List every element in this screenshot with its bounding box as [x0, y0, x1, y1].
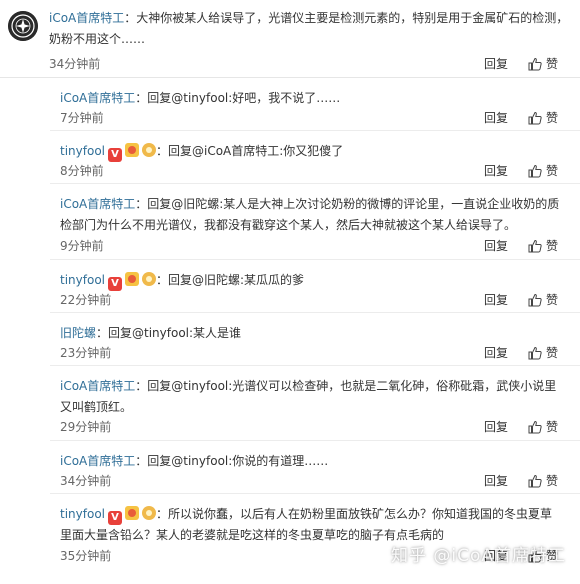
thumbs-up-icon — [528, 57, 542, 70]
like-button[interactable]: 赞 — [528, 237, 558, 254]
reply-item: iCoA首席特工：回复@tinyfool:好吧，我不说了…… 7分钟前 回复 赞 — [50, 78, 580, 131]
reply-body: iCoA首席特工：回复@tinyfool:光谱仪可以检查砷，也就是二氧化砷，俗称… — [60, 376, 560, 418]
thumbs-up-icon — [528, 111, 542, 124]
timestamp: 8分钟前 — [60, 164, 104, 178]
like-label: 赞 — [545, 57, 558, 71]
reply-button[interactable]: 回复 — [484, 418, 508, 435]
verified-badge: V — [108, 148, 122, 162]
reply-list: iCoA首席特工：回复@tinyfool:好吧，我不说了…… 7分钟前 回复 赞… — [50, 78, 580, 574]
reply-actions: 回复 赞 — [484, 109, 558, 126]
like-label: 赞 — [545, 420, 558, 434]
timestamp: 7分钟前 — [60, 111, 104, 125]
reply-button[interactable]: 回复 — [484, 109, 508, 126]
username-link[interactable]: tinyfool — [60, 507, 105, 521]
reply-body: 旧陀螺：回复@tinyfool:某人是谁 — [60, 323, 560, 344]
username-link[interactable]: iCoA首席特工 — [60, 91, 135, 105]
like-label: 赞 — [545, 474, 558, 488]
reply-body: tinyfool V ：所以说你蠢，以后有人在奶粉里面放铁矿怎么办？你知道我国的冬虫… — [60, 504, 560, 546]
reply-actions: 回复 赞 — [484, 237, 558, 254]
username-link[interactable]: 旧陀螺 — [60, 326, 96, 340]
reply-actions: 回复 赞 — [484, 344, 558, 361]
timestamp: 22分钟前 — [60, 293, 112, 307]
like-button[interactable]: 赞 — [528, 418, 558, 435]
timestamp: 34分钟前 — [49, 57, 101, 71]
reply-item: iCoA首席特工：回复@旧陀螺:某人是大神上次讨论奶粉的微博的评论里，一直说企业… — [50, 184, 580, 260]
crown-icon — [142, 272, 156, 286]
reply-actions: 回复 赞 — [484, 472, 558, 489]
medal-icon — [125, 272, 139, 286]
reply-body: iCoA首席特工：回复@旧陀螺:某人是大神上次讨论奶粉的微博的评论里，一直说企业… — [60, 194, 560, 236]
reply-text: ：回复@iCoA首席特工:你又犯傻了 — [156, 144, 344, 158]
comment-actions: 回复 赞 — [484, 55, 558, 72]
like-label: 赞 — [545, 164, 558, 178]
like-button[interactable]: 赞 — [528, 291, 558, 308]
reply-button[interactable]: 回复 — [484, 55, 508, 72]
thumbs-up-icon — [528, 164, 542, 177]
reply-button[interactable]: 回复 — [484, 291, 508, 308]
reply-button[interactable]: 回复 — [484, 472, 508, 489]
like-button[interactable]: 赞 — [528, 55, 558, 72]
watermark: 知乎 @iCoA首席特工 — [390, 546, 566, 566]
like-label: 赞 — [545, 293, 558, 307]
crown-icon — [142, 506, 156, 520]
timestamp: 9分钟前 — [60, 239, 104, 253]
comment-body: iCoA首席特工：大神你被某人给误导了，光谱仪主要是检测元素的，特别是用于金属矿… — [49, 8, 571, 50]
reply-body: iCoA首席特工：回复@tinyfool:你说的有道理…… — [60, 451, 560, 472]
reply-body: iCoA首席特工：回复@tinyfool:好吧，我不说了…… — [60, 88, 560, 109]
timestamp: 23分钟前 — [60, 346, 112, 360]
thumbs-up-icon — [528, 474, 542, 487]
like-label: 赞 — [545, 346, 558, 360]
comment-text: ：大神你被某人给误导了，光谱仪主要是检测元素的，特别是用于金属矿石的检测，奶粉不… — [49, 11, 569, 46]
reply-body: tinyfool V ：回复@旧陀螺:某瓜瓜的爹 — [60, 270, 560, 291]
thumbs-up-icon — [528, 239, 542, 252]
reply-text: ：回复@tinyfool:你说的有道理…… — [135, 454, 329, 468]
reply-item: tinyfool V ：回复@旧陀螺:某瓜瓜的爹 22分钟前 回复 赞 — [50, 260, 580, 313]
reply-text: ：回复@旧陀螺:某瓜瓜的爹 — [156, 273, 305, 287]
reply-item: 旧陀螺：回复@tinyfool:某人是谁 23分钟前 回复 赞 — [50, 313, 580, 366]
like-button[interactable]: 赞 — [528, 472, 558, 489]
reply-text: ：回复@tinyfool:好吧，我不说了…… — [135, 91, 341, 105]
username-link[interactable]: tinyfool — [60, 144, 105, 158]
reply-body: tinyfool V ：回复@iCoA首席特工:你又犯傻了 — [60, 141, 560, 162]
like-label: 赞 — [545, 111, 558, 125]
thumbs-up-icon — [528, 420, 542, 433]
reply-text: ：回复@tinyfool:光谱仪可以检查砷，也就是二氧化砷，俗称砒霜，武侠小说里… — [60, 379, 557, 414]
username-link[interactable]: tinyfool — [60, 273, 105, 287]
medal-icon — [125, 143, 139, 157]
verified-badge: V — [108, 277, 122, 291]
thumbs-up-icon — [528, 346, 542, 359]
username-link[interactable]: iCoA首席特工 — [60, 379, 135, 393]
reply-button[interactable]: 回复 — [484, 344, 508, 361]
reply-item: tinyfool V ：回复@iCoA首席特工:你又犯傻了 8分钟前 回复 赞 — [50, 131, 580, 184]
reply-item: iCoA首席特工：回复@tinyfool:你说的有道理…… 34分钟前 回复 赞 — [50, 441, 580, 494]
like-button[interactable]: 赞 — [528, 344, 558, 361]
username-link[interactable]: iCoA首席特工 — [49, 11, 124, 25]
top-comment: iCoA首席特工：大神你被某人给误导了，光谱仪主要是检测元素的，特别是用于金属矿… — [0, 0, 580, 78]
verified-badge: V — [108, 511, 122, 525]
like-button[interactable]: 赞 — [528, 109, 558, 126]
thumbs-up-icon — [528, 293, 542, 306]
reply-actions: 回复 赞 — [484, 418, 558, 435]
medal-icon — [125, 506, 139, 520]
reply-actions: 回复 赞 — [484, 162, 558, 179]
reply-text: ：回复@旧陀螺:某人是大神上次讨论奶粉的微博的评论里，一直说企业收奶的质检部门为… — [60, 197, 560, 232]
reply-button[interactable]: 回复 — [484, 237, 508, 254]
like-label: 赞 — [545, 239, 558, 253]
reply-button[interactable]: 回复 — [484, 162, 508, 179]
username-link[interactable]: iCoA首席特工 — [60, 197, 135, 211]
username-link[interactable]: iCoA首席特工 — [60, 454, 135, 468]
reply-item: iCoA首席特工：回复@tinyfool:光谱仪可以检查砷，也就是二氧化砷，俗称… — [50, 366, 580, 441]
crown-icon — [142, 143, 156, 157]
timestamp: 34分钟前 — [60, 474, 112, 488]
reply-actions: 回复 赞 — [484, 291, 558, 308]
timestamp: 29分钟前 — [60, 420, 112, 434]
reply-text: ：回复@tinyfool:某人是谁 — [96, 326, 242, 340]
timestamp: 35分钟前 — [60, 549, 112, 563]
like-button[interactable]: 赞 — [528, 162, 558, 179]
avatar[interactable] — [8, 11, 38, 41]
